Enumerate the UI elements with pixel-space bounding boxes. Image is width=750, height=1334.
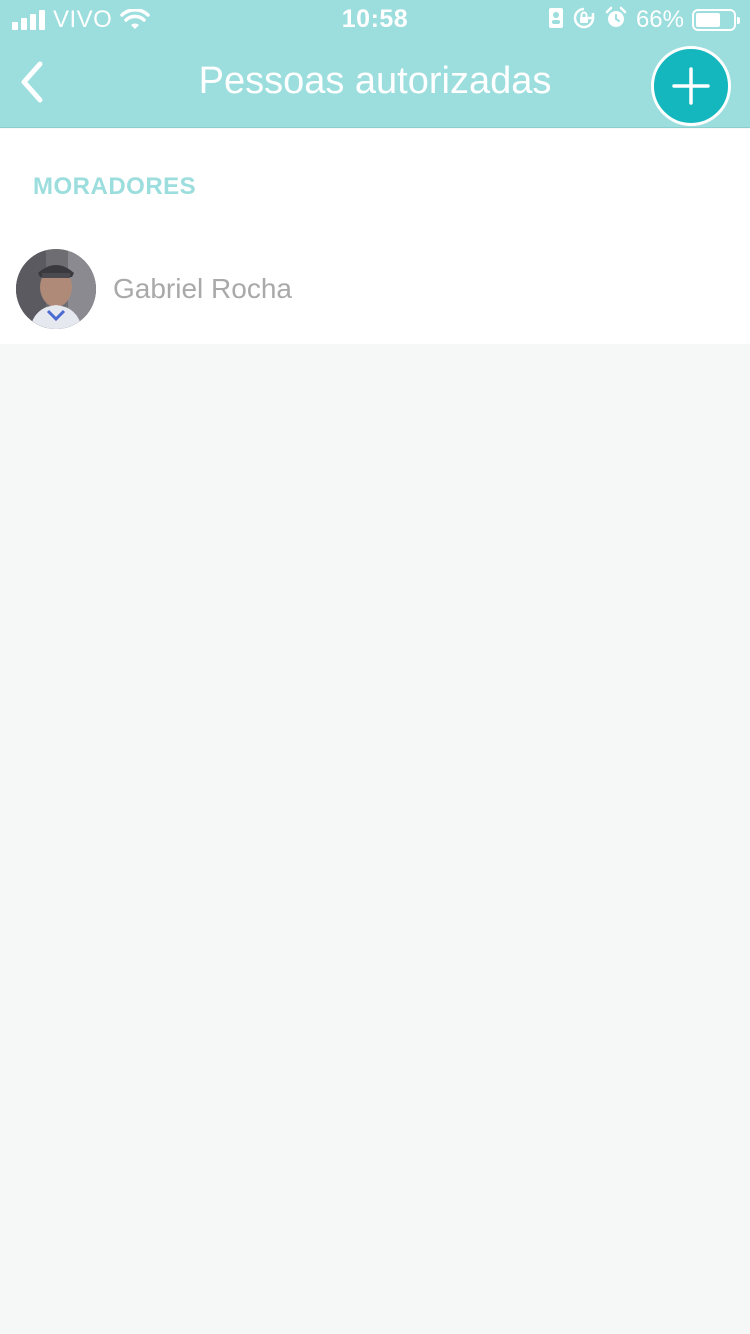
resident-name: Gabriel Rocha — [113, 273, 292, 304]
nav-bar: Pessoas autorizadas — [0, 40, 750, 128]
residents-section: MORADORES Gabriel Rocha — [0, 129, 750, 344]
resident-list-item[interactable]: Gabriel Rocha — [0, 239, 750, 344]
add-person-button[interactable] — [651, 46, 731, 126]
avatar — [16, 249, 96, 329]
status-bar: VIVO 10:58 66% — [0, 0, 750, 40]
portrait-icon — [548, 7, 564, 34]
alarm-icon — [604, 6, 628, 35]
page-title: Pessoas autorizadas — [198, 60, 552, 102]
top-bar: VIVO 10:58 66% Pessoas autorizadas — [0, 0, 750, 128]
battery-fill — [696, 13, 720, 27]
battery-icon — [692, 9, 740, 31]
section-title: MORADORES — [33, 173, 197, 200]
plus-icon — [672, 67, 710, 105]
battery-percent: 66% — [635, 6, 684, 33]
status-right: 66% — [548, 6, 740, 35]
rotation-lock-icon — [572, 6, 596, 35]
